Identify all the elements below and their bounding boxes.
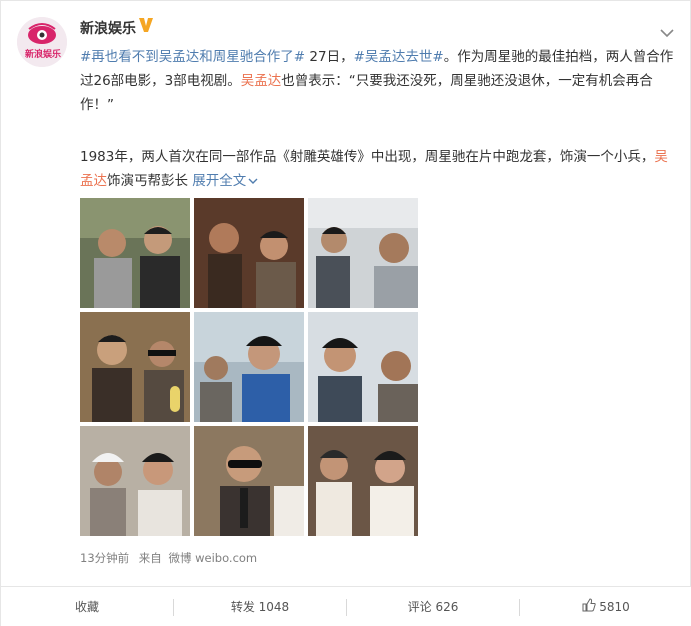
expand-label: 展开全文	[192, 173, 247, 189]
mention-link[interactable]: 吴孟达	[241, 73, 282, 89]
post-text: 1983年，两人首次在同一部作品《射雕英雄传》中出现，周星驰在片中跑龙套，饰演一…	[80, 149, 655, 165]
like-button[interactable]: 5810	[520, 587, 691, 626]
avatar[interactable]: 新浪娱乐	[17, 17, 67, 67]
photo-thumbnail[interactable]	[194, 426, 304, 536]
topic-tag[interactable]: #吴孟达去世#	[354, 49, 444, 65]
verified-v-icon	[138, 16, 154, 38]
photo-thumbnail[interactable]	[308, 312, 418, 422]
comment-label: 评论 626	[407, 600, 459, 614]
post-time[interactable]: 13分钟前	[80, 551, 129, 565]
repost-label: 转发 1048	[230, 600, 290, 614]
avatar-text: 新浪娱乐	[24, 50, 61, 60]
photo-thumbnail[interactable]	[80, 426, 190, 536]
favorite-button[interactable]: 收藏	[1, 587, 173, 626]
source-prefix: 来自	[138, 551, 162, 565]
account-name[interactable]: 新浪娱乐	[80, 18, 136, 38]
comment-button[interactable]: 评论 626	[347, 587, 519, 626]
action-bar: 收藏 转发 1048 评论 626 5810	[1, 586, 691, 626]
post-meta: 13分钟前 来自 微博 weibo.com	[80, 550, 257, 566]
expand-full-text-link[interactable]: 展开全文	[192, 173, 258, 189]
favorite-label: 收藏	[74, 600, 99, 614]
photo-thumbnail[interactable]	[308, 426, 418, 536]
thumbs-up-icon	[582, 588, 596, 626]
post-text: 27日，	[305, 49, 354, 65]
photo-thumbnail[interactable]	[194, 312, 304, 422]
post-text: 饰演丐帮彭长	[107, 173, 188, 189]
photo-thumbnail[interactable]	[80, 312, 190, 422]
photo-thumbnail[interactable]	[308, 198, 418, 308]
post-paragraph-2: 1983年，两人首次在同一部作品《射雕英雄传》中出现，周星驰在片中跑龙套，饰演一…	[80, 145, 678, 193]
repost-button[interactable]: 转发 1048	[174, 587, 346, 626]
photo-grid	[80, 198, 418, 540]
chevron-down-icon[interactable]	[660, 23, 674, 42]
photo-thumbnail[interactable]	[194, 198, 304, 308]
photo-thumbnail[interactable]	[80, 198, 190, 308]
weibo-post-card: 新浪娱乐 新浪娱乐 #再也看不到吴孟达和周星驰合作了# 27日，#吴孟达去世#。…	[0, 0, 691, 626]
source-link[interactable]: 微博 weibo.com	[168, 551, 257, 565]
post-paragraph-1: #再也看不到吴孟达和周星驰合作了# 27日，#吴孟达去世#。作为周星驰的最佳拍档…	[80, 45, 678, 117]
topic-tag[interactable]: #再也看不到吴孟达和周星驰合作了#	[80, 49, 305, 65]
like-count: 5810	[599, 600, 630, 614]
